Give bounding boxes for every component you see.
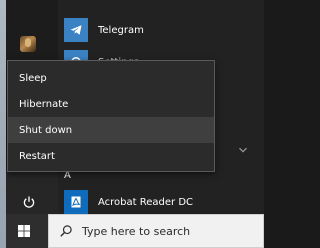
- acrobat-reader-icon: [64, 190, 88, 214]
- search-icon: [59, 224, 73, 238]
- taskbar: Type here to search: [0, 214, 264, 248]
- app-label-telegram: Telegram: [98, 24, 144, 36]
- user-avatar[interactable]: [20, 36, 36, 52]
- power-icon: [23, 196, 35, 208]
- menu-item-shut-down[interactable]: Shut down: [8, 117, 214, 143]
- app-label-acrobat-reader: Acrobat Reader DC: [98, 196, 193, 208]
- power-options-menu: Sleep Hibernate Shut down Restart: [7, 60, 215, 172]
- menu-item-hibernate[interactable]: Hibernate: [8, 91, 214, 117]
- menu-item-sleep[interactable]: Sleep: [8, 65, 214, 91]
- search-placeholder: Type here to search: [82, 224, 191, 238]
- menu-item-restart[interactable]: Restart: [8, 143, 214, 169]
- start-button[interactable]: [0, 214, 48, 248]
- chevron-down-icon[interactable]: [238, 140, 248, 153]
- taskbar-search-box[interactable]: Type here to search: [48, 214, 264, 248]
- desktop-edge: [0, 0, 6, 248]
- app-entry-telegram[interactable]: Telegram: [58, 14, 264, 46]
- screen: Telegram Settings A Acrobat Reader DC: [0, 0, 264, 248]
- power-button[interactable]: [19, 192, 39, 212]
- windows-logo-icon: [18, 225, 30, 237]
- telegram-icon: [64, 18, 88, 42]
